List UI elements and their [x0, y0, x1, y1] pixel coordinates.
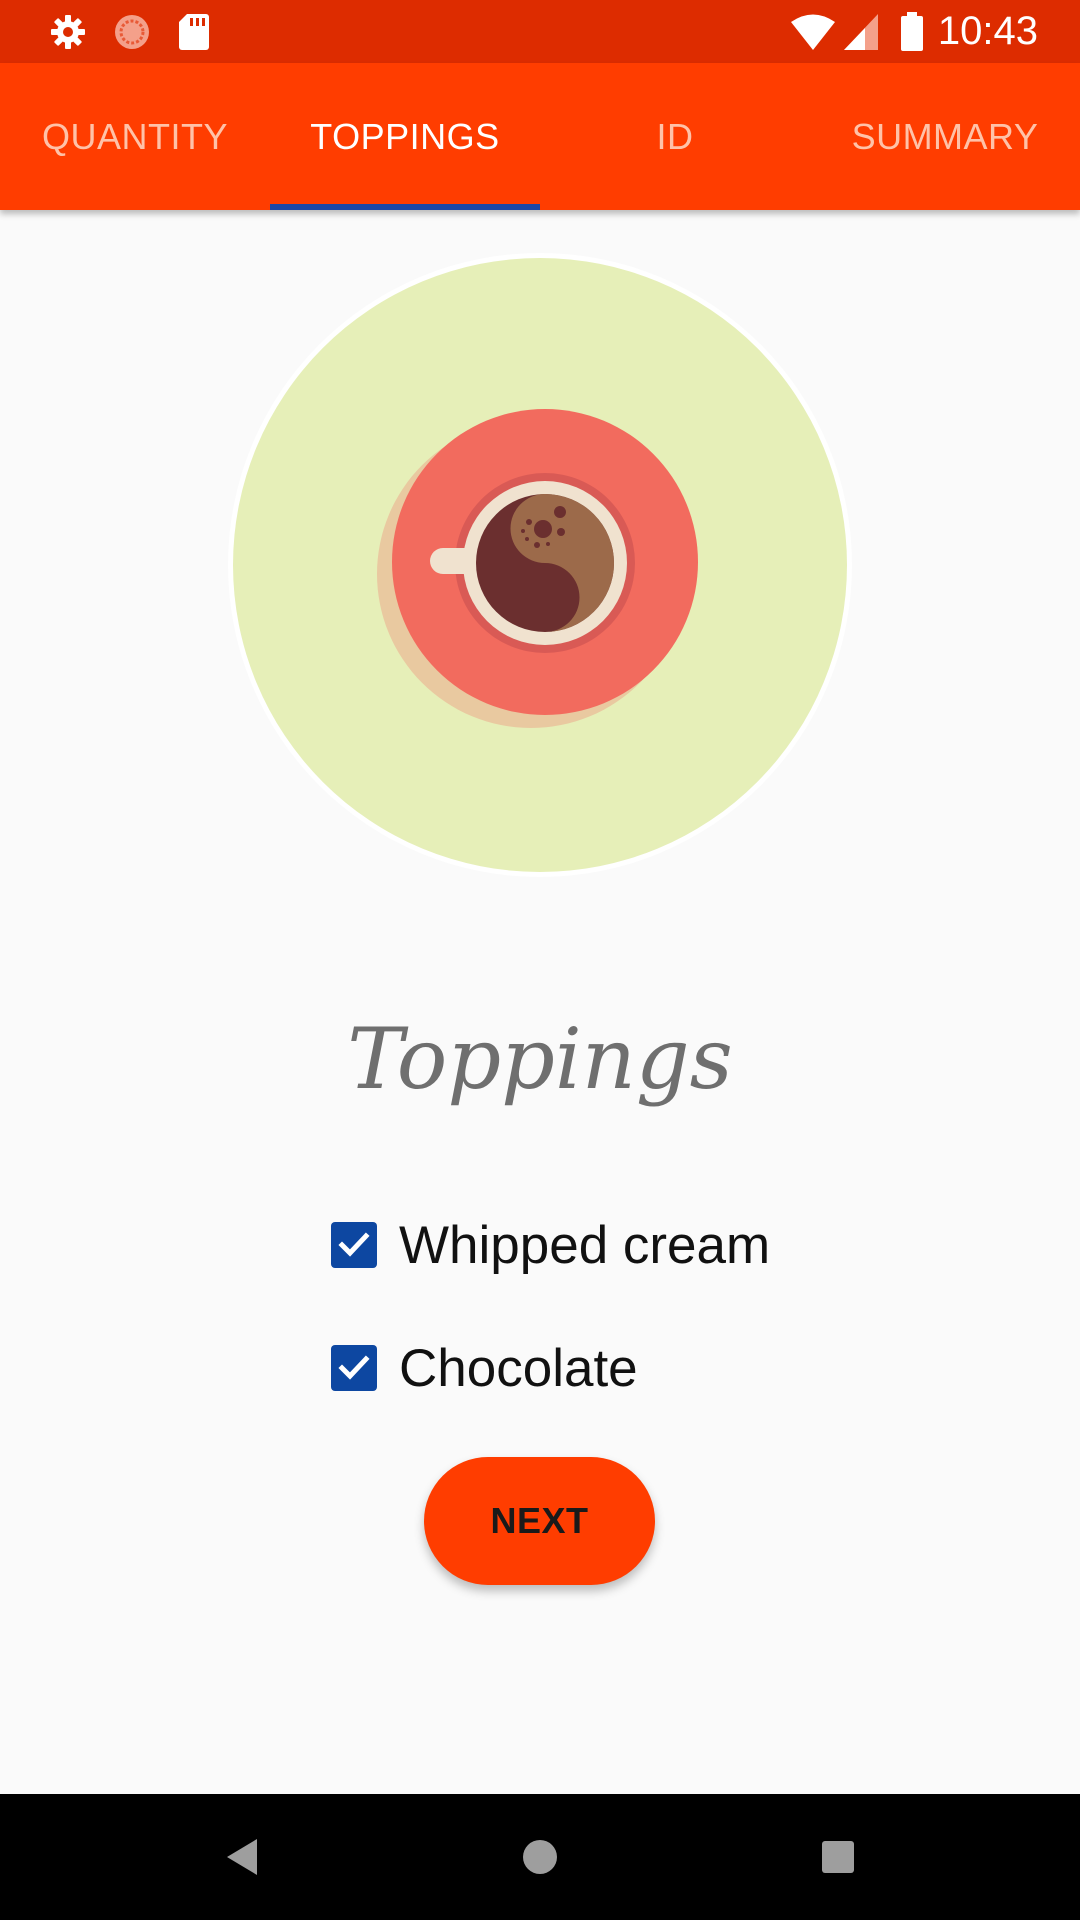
screen: 10:43 QUANTITY TOPPINGS ID SUMMARY Toppi… [0, 0, 1080, 1920]
home-icon[interactable] [477, 1794, 603, 1920]
tab-label: TOPPINGS [310, 115, 500, 157]
battery-icon [898, 0, 926, 63]
status-bar: 10:43 [0, 0, 1080, 63]
tab-label: QUANTITY [41, 115, 228, 157]
sd-card-icon [176, 0, 212, 63]
status-time: 10:43 [937, 9, 1038, 53]
tab-summary[interactable]: SUMMARY [810, 63, 1080, 210]
next-button[interactable]: NEXT [424, 1457, 655, 1585]
checkbox-checked-icon [331, 1222, 377, 1268]
next-button-label: NEXT [490, 1500, 589, 1541]
checkbox-label: Whipped cream [399, 1215, 771, 1275]
recents-icon[interactable] [775, 1794, 901, 1920]
navigation-bar [0, 1794, 1080, 1920]
hero-illustration [227, 252, 853, 883]
checkbox-checked-icon [331, 1345, 377, 1391]
whipped-cream-checkbox[interactable]: Whipped cream [331, 1205, 770, 1285]
tab-toppings[interactable]: TOPPINGS [270, 63, 540, 210]
tab-bar: QUANTITY TOPPINGS ID SUMMARY [0, 63, 1080, 210]
gear-icon [46, 0, 90, 63]
tab-indicator [270, 204, 540, 210]
coffee-cup-icon [228, 253, 852, 877]
cell-signal-icon [842, 0, 880, 63]
page-title: Toppings [347, 1010, 733, 1108]
tab-id[interactable]: ID [540, 63, 810, 210]
tab-quantity[interactable]: QUANTITY [0, 63, 270, 210]
chocolate-checkbox[interactable]: Chocolate [331, 1328, 638, 1408]
checkbox-label: Chocolate [399, 1338, 638, 1398]
back-icon[interactable] [179, 1794, 305, 1920]
tab-label: ID [656, 115, 694, 157]
data-saver-icon [110, 0, 154, 63]
wifi-icon [790, 0, 836, 63]
tab-label: SUMMARY [851, 115, 1039, 157]
